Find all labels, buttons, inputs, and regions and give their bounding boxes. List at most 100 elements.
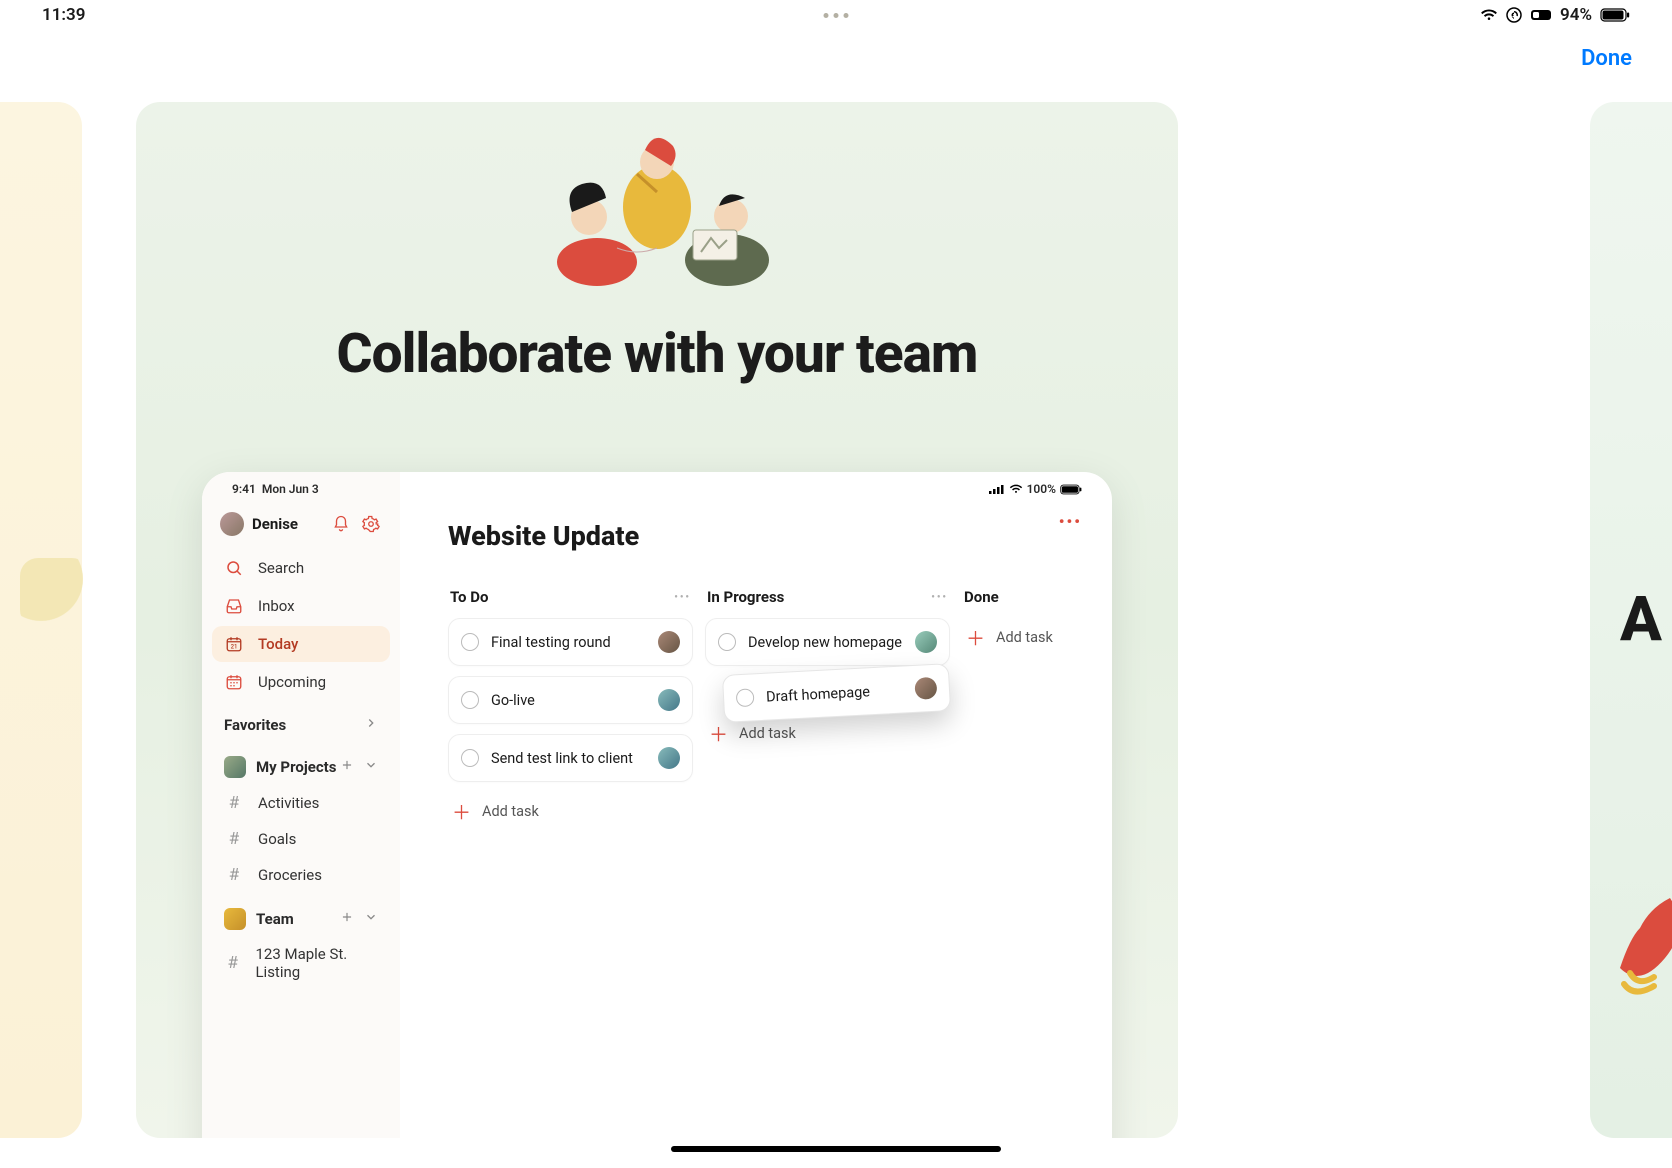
onboarding-slide-prev[interactable] xyxy=(0,102,82,1138)
nav-label: Upcoming xyxy=(258,673,326,691)
nav-label: Inbox xyxy=(258,597,295,615)
task-card[interactable]: Go-live xyxy=(448,676,693,724)
task-title: Final testing round xyxy=(491,634,646,651)
section-favorites[interactable]: Favorites xyxy=(212,702,390,740)
nav-today[interactable]: 21 Today xyxy=(212,626,390,662)
calendar-icon xyxy=(224,672,244,692)
assignee-avatar xyxy=(914,677,937,700)
add-project-icon[interactable] xyxy=(340,910,354,928)
hash-icon: # xyxy=(224,953,241,973)
add-project-icon[interactable] xyxy=(340,758,354,776)
task-checkbox[interactable] xyxy=(461,691,479,709)
task-checkbox[interactable] xyxy=(461,749,479,767)
nav-label: Today xyxy=(258,635,298,653)
project-item[interactable]: # Activities xyxy=(212,786,390,820)
add-task-label: Add task xyxy=(482,803,539,820)
task-checkbox[interactable] xyxy=(718,633,736,651)
assignee-avatar xyxy=(658,631,680,653)
nav-inbox[interactable]: Inbox xyxy=(212,588,390,624)
chevron-down-icon[interactable] xyxy=(364,910,378,928)
project-item[interactable]: #123 Maple St. Listing xyxy=(212,938,390,988)
project-item[interactable]: # Groceries xyxy=(212,858,390,892)
mock-status-time: 9:41 xyxy=(232,482,256,496)
assignee-avatar xyxy=(658,747,680,769)
chevron-right-icon xyxy=(364,716,378,734)
section-label: My Projects xyxy=(256,758,336,776)
column-menu-icon[interactable]: ••• xyxy=(931,592,948,603)
chevron-down-icon[interactable] xyxy=(364,758,378,776)
do-not-disturb-icon xyxy=(1530,7,1552,23)
task-card[interactable]: Send test link to client xyxy=(448,734,693,782)
project-label: 123 Maple St. Listing xyxy=(255,945,378,981)
workspace-avatar xyxy=(224,756,246,778)
add-task-button[interactable]: ＋ Add task xyxy=(448,792,693,831)
device-status-bar: 11:39 94% xyxy=(0,0,1672,30)
team-avatar xyxy=(224,908,246,930)
mock-main: ••• Website Update To Do ••• Final testi… xyxy=(400,472,1112,1138)
orientation-lock-icon xyxy=(1506,7,1522,23)
plus-icon: ＋ xyxy=(452,798,470,825)
task-title: Go-live xyxy=(491,692,646,709)
calendar-today-icon: 21 xyxy=(224,634,244,654)
notifications-icon[interactable] xyxy=(330,513,352,535)
next-slide-peek-letter: A xyxy=(1620,584,1662,657)
status-right: 94% xyxy=(1480,5,1630,25)
user-avatar[interactable] xyxy=(220,512,244,536)
task-card[interactable]: Final testing round xyxy=(448,618,693,666)
task-title: Draft homepage xyxy=(766,681,904,705)
svg-text:21: 21 xyxy=(231,644,238,651)
section-label: Team xyxy=(256,910,294,928)
plus-icon: ＋ xyxy=(709,720,727,747)
hero-illustration xyxy=(497,122,817,292)
add-task-button[interactable]: ＋Add task xyxy=(962,618,1082,657)
battery-icon xyxy=(1600,7,1630,23)
project-label: Goals xyxy=(258,830,296,848)
project-label: Groceries xyxy=(258,866,322,884)
column-in-progress: In Progress ••• Develop new homepage ＋ Ad… xyxy=(705,588,950,831)
project-item[interactable]: # Goals xyxy=(212,822,390,856)
decorative-blob xyxy=(1610,888,1672,998)
task-card[interactable]: Develop new homepage xyxy=(705,618,950,666)
hash-icon: # xyxy=(224,865,244,885)
search-icon xyxy=(224,558,244,578)
column-menu-icon[interactable]: ••• xyxy=(674,592,691,603)
settings-icon[interactable] xyxy=(360,513,382,535)
status-time: 11:39 xyxy=(42,5,85,25)
onboarding-slide-next[interactable]: A xyxy=(1590,102,1672,1138)
column-todo: To Do ••• Final testing round Go-live Se… xyxy=(448,588,693,831)
column-label: In Progress xyxy=(707,588,784,606)
onboarding-slide-current[interactable]: Collaborate with your team 9:41 Mon Jun … xyxy=(136,102,1178,1138)
user-name[interactable]: Denise xyxy=(252,515,298,533)
assignee-avatar xyxy=(915,631,937,653)
board-title: Website Update xyxy=(448,520,1082,552)
mock-sidebar: Denise Search Inbox xyxy=(202,472,400,1138)
hash-icon: # xyxy=(224,793,244,813)
project-label: Activities xyxy=(258,794,319,812)
section-team[interactable]: Team xyxy=(212,894,390,936)
inbox-icon xyxy=(224,596,244,616)
task-title: Develop new homepage xyxy=(748,634,903,651)
wifi-icon xyxy=(1480,7,1498,23)
hero-title: Collaborate with your team xyxy=(136,322,1178,386)
task-checkbox[interactable] xyxy=(736,688,755,707)
home-indicator[interactable] xyxy=(671,1146,1001,1152)
add-task-label: Add task xyxy=(739,725,796,742)
section-label: Favorites xyxy=(224,716,286,734)
nav-search[interactable]: Search xyxy=(212,550,390,586)
multitask-dots-icon[interactable] xyxy=(824,13,849,18)
task-title: Send test link to client xyxy=(491,750,646,767)
mock-status-date: Mon Jun 3 xyxy=(262,482,319,496)
status-battery-percent: 94% xyxy=(1560,5,1592,25)
assignee-avatar xyxy=(658,689,680,711)
hash-icon: # xyxy=(224,829,244,849)
nav-upcoming[interactable]: Upcoming xyxy=(212,664,390,700)
column-label: Done xyxy=(964,588,999,606)
nav-label: Search xyxy=(258,559,304,577)
add-task-label: Add task xyxy=(996,629,1053,646)
section-my-projects[interactable]: My Projects xyxy=(212,742,390,784)
task-checkbox[interactable] xyxy=(461,633,479,651)
column-done: Done ＋Add task xyxy=(962,588,1082,831)
done-button[interactable]: Done xyxy=(1581,46,1632,71)
more-options-icon[interactable]: ••• xyxy=(1059,512,1082,531)
mock-app-window: 9:41 Mon Jun 3 100% Denise xyxy=(202,472,1112,1138)
